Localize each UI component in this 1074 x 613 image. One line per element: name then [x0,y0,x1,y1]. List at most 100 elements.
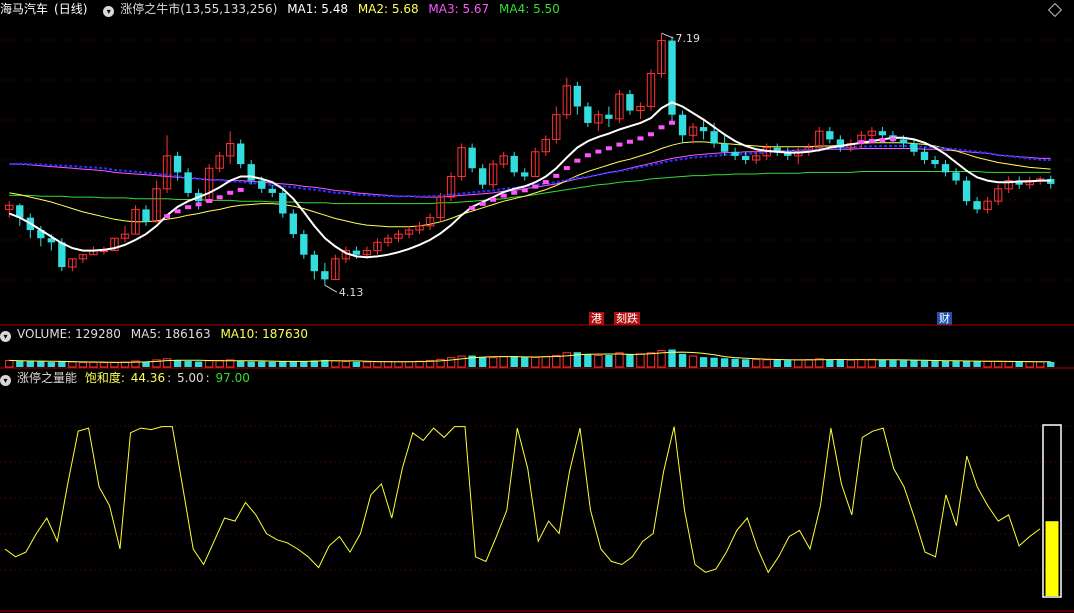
candle [300,234,308,255]
candle [626,94,634,111]
ma-step-marker [595,149,602,154]
ma-step-marker [521,188,528,193]
volume-bar [289,361,297,367]
ma-step-marker [542,180,549,185]
volume-bar [194,361,203,367]
volume-bar [5,359,14,368]
stock-chart[interactable]: 7.19 4.13 [0,0,1074,613]
volume-bar [68,361,77,368]
candle [173,155,182,173]
ma-step-marker [237,187,244,192]
candle [699,127,708,132]
volume-bar [99,362,109,368]
volume-bar [184,360,192,367]
candle [584,106,592,123]
volume-bar [352,361,361,367]
volume-bar [373,361,382,368]
ma-step-marker [637,136,644,141]
candle [521,172,529,177]
candle [321,271,329,280]
candle [878,131,887,136]
volume-bar [1025,361,1034,368]
volume-bar [552,355,561,368]
volume-bar [204,360,214,368]
volume-bar [973,361,981,367]
volume-bar [846,359,856,368]
volume-bar [751,359,761,368]
candle [741,155,750,160]
volume-bar [37,361,45,367]
high-pointer [661,32,674,39]
ma-step-marker [195,202,202,207]
volume-bar [162,358,172,368]
volume-bar [710,357,718,367]
ma-step-marker [216,195,223,200]
ma-step-marker [479,201,486,206]
candle [605,114,613,119]
ma-step-marker [669,120,676,125]
ma-step-marker [500,193,507,198]
ma-step-marker [227,190,234,195]
volume-bar [89,361,98,368]
candle [142,209,150,222]
ma-step-marker [647,132,654,137]
volume-bar [531,356,540,368]
candle [258,180,266,189]
volume-bar [762,359,771,368]
volume-bar [857,359,866,368]
volume-bar [510,356,518,367]
volume-bar [867,358,877,368]
volume-bar [836,359,845,367]
volume-bar [1004,361,1013,368]
volume-bar [446,357,456,368]
volume-bar [931,360,939,367]
candle [731,151,739,156]
candle [826,131,834,140]
ma-step-marker [206,199,213,203]
volume-bar [341,361,351,368]
candle [279,192,287,214]
volume-bar [699,357,708,367]
candle [237,143,245,165]
volume-bar [457,355,466,368]
candle [899,139,908,144]
volume-bar [173,360,182,367]
volume-bar [993,361,1003,368]
ma-step-marker [658,125,665,130]
volume-bar [404,361,414,368]
volume-bar [804,359,813,368]
candle [352,250,361,255]
volume-bar [394,361,403,368]
volume-bar [268,361,276,367]
ma-step-marker [858,140,865,145]
volume-bar [920,360,929,367]
candle [58,242,66,268]
volume-bar [678,353,687,367]
candle [952,172,960,181]
volume-bar [784,360,792,367]
volume-bar [300,361,308,367]
volume-bar [541,356,550,368]
volume-bar [488,357,498,368]
volume-bar [78,362,88,368]
volume-bar [1036,361,1045,368]
volume-bar [878,359,887,367]
candle [910,143,918,152]
ma-step-marker [584,153,591,158]
ma-step-marker [574,158,581,163]
candle [510,155,518,173]
volume-bar [478,357,487,367]
candle [973,201,981,210]
ma-step-marker [626,139,633,144]
volume-bar [910,360,918,367]
ma-step-marker [174,209,181,214]
volume-bar [47,362,56,367]
volume-bar [720,358,729,367]
candle [931,160,939,165]
volume-bar [562,352,572,368]
volume-bar [983,360,992,368]
volume-bar [899,360,908,367]
ma-step-marker [868,138,875,143]
ma-step-marker [889,137,896,142]
volume-bar [16,360,24,367]
